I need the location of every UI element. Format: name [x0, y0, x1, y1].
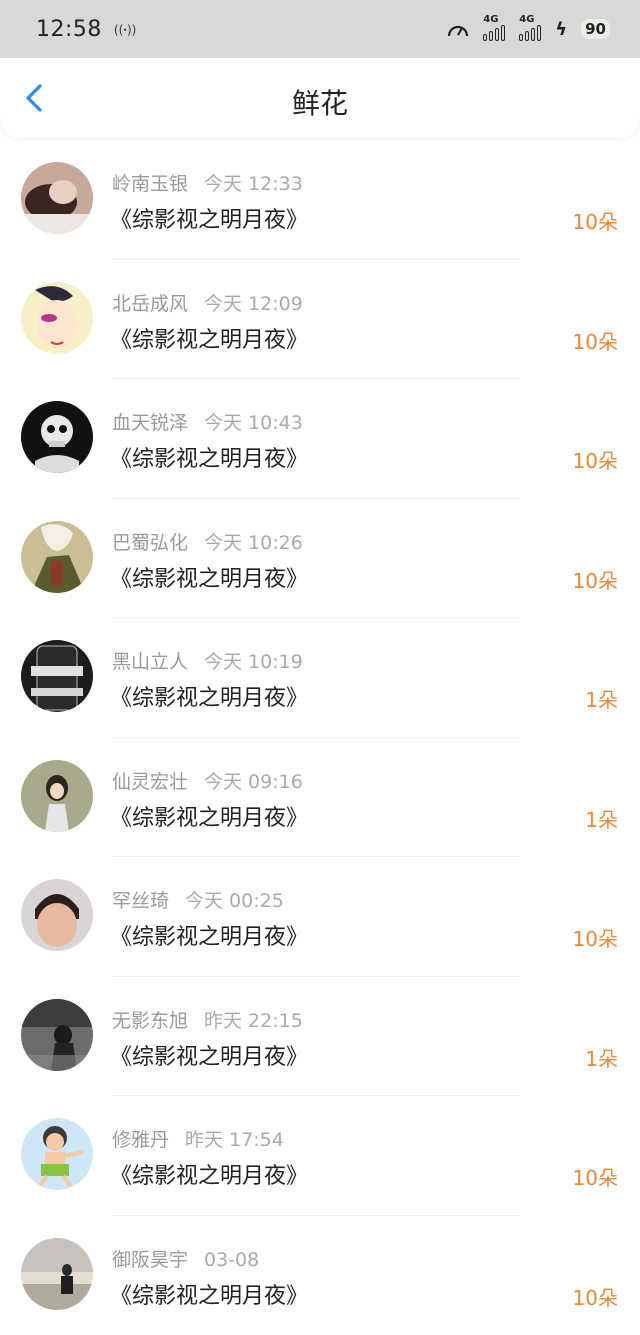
gift-time: 今天 00:25: [185, 890, 284, 912]
user-name: 北岳成风: [112, 293, 188, 315]
charging-icon: ϟ: [555, 19, 567, 40]
gift-time: 今天 10:19: [204, 651, 303, 673]
user-name: 血天锐泽: [112, 412, 188, 434]
book-title: 《综影视之明月夜》: [110, 202, 308, 234]
status-time: 12:58: [36, 17, 102, 42]
list-item[interactable]: 修雅丹昨天 17:54 《综影视之明月夜》 10朵: [0, 1096, 640, 1216]
list-item[interactable]: 无影东旭昨天 22:15 《综影视之明月夜》 1朵: [0, 977, 640, 1097]
gift-time: 今天 12:33: [204, 173, 303, 195]
flower-count: 10朵: [573, 206, 618, 235]
flower-count: 10朵: [573, 445, 618, 474]
avatar[interactable]: [21, 999, 93, 1071]
avatar[interactable]: [21, 521, 93, 593]
gift-time: 03-08: [204, 1249, 259, 1271]
flower-count: 10朵: [573, 565, 618, 594]
gift-time: 昨天 17:54: [185, 1129, 284, 1151]
battery-level: 90: [581, 19, 610, 39]
user-name: 御阪昊宇: [112, 1249, 188, 1271]
list-item[interactable]: 仙灵宏壮今天 09:16 《综影视之明月夜》 1朵: [0, 738, 640, 858]
flower-count: 10朵: [573, 326, 618, 355]
flower-record-list: 岭南玉银今天 12:33 《综影视之明月夜》 10朵 北岳成风今天 12:09 …: [0, 140, 640, 1335]
user-name: 罕丝琦: [112, 890, 169, 912]
user-name: 仙灵宏壮: [112, 771, 188, 793]
book-title: 《综影视之明月夜》: [110, 1158, 308, 1190]
gift-time: 昨天 22:15: [204, 1010, 303, 1032]
book-title: 《综影视之明月夜》: [110, 441, 308, 473]
avatar[interactable]: [21, 162, 93, 234]
flower-count: 1朵: [585, 1043, 618, 1072]
speedometer-icon: [447, 20, 469, 38]
book-title: 《综影视之明月夜》: [110, 919, 308, 951]
page-title: 鲜花: [0, 82, 640, 122]
flower-count: 1朵: [585, 804, 618, 833]
book-title: 《综影视之明月夜》: [110, 561, 308, 593]
user-name: 岭南玉银: [112, 173, 188, 195]
user-name: 黑山立人: [112, 651, 188, 673]
nav-bar: 鲜花: [0, 58, 640, 138]
book-title: 《综影视之明月夜》: [110, 322, 308, 354]
avatar[interactable]: [21, 760, 93, 832]
user-name: 巴蜀弘化: [112, 532, 188, 554]
list-item[interactable]: 罕丝琦今天 00:25 《综影视之明月夜》 10朵: [0, 857, 640, 977]
gift-time: 今天 10:43: [204, 412, 303, 434]
list-item[interactable]: 巴蜀弘化今天 10:26 《综影视之明月夜》 10朵: [0, 499, 640, 619]
list-item[interactable]: 岭南玉银今天 12:33 《综影视之明月夜》 10朵: [0, 140, 640, 260]
book-title: 《综影视之明月夜》: [110, 1278, 308, 1310]
book-title: 《综影视之明月夜》: [110, 1039, 308, 1071]
signal-icon-sim1: 4G: [483, 17, 505, 41]
user-name: 无影东旭: [112, 1010, 188, 1032]
list-item[interactable]: 北岳成风今天 12:09 《综影视之明月夜》 10朵: [0, 260, 640, 380]
avatar[interactable]: [21, 401, 93, 473]
list-item[interactable]: 黑山立人今天 10:19 《综影视之明月夜》 1朵: [0, 618, 640, 738]
flower-count: 10朵: [573, 923, 618, 952]
avatar[interactable]: [21, 1118, 93, 1190]
nfc-icon: ((ꞏ)): [114, 21, 136, 38]
flower-count: 10朵: [573, 1162, 618, 1191]
book-title: 《综影视之明月夜》: [110, 680, 308, 712]
gift-time: 今天 10:26: [204, 532, 303, 554]
flower-count: 1朵: [585, 684, 618, 713]
gift-time: 今天 12:09: [204, 293, 303, 315]
flower-count: 10朵: [573, 1282, 618, 1311]
avatar[interactable]: [21, 282, 93, 354]
signal-icon-sim2: 4G: [519, 17, 541, 41]
gift-time: 今天 09:16: [204, 771, 303, 793]
book-title: 《综影视之明月夜》: [110, 800, 308, 832]
status-bar: 12:58 ((ꞏ)) 4G 4G ϟ 90: [0, 0, 640, 58]
avatar[interactable]: [21, 1238, 93, 1310]
avatar[interactable]: [21, 640, 93, 712]
list-item[interactable]: 御阪昊宇 03-08 《综影视之明月夜》 10朵: [0, 1216, 640, 1335]
user-name: 修雅丹: [112, 1129, 169, 1151]
list-item[interactable]: 血天锐泽今天 10:43 《综影视之明月夜》 10朵: [0, 379, 640, 499]
avatar[interactable]: [21, 879, 93, 951]
